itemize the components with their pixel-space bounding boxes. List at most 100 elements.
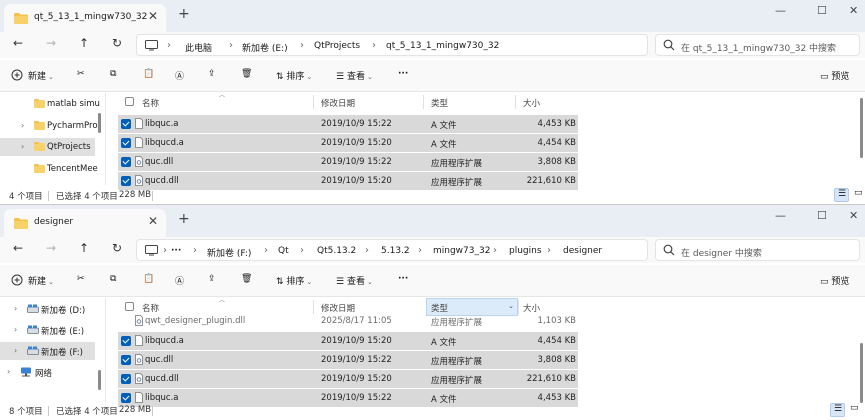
maximize-icon[interactable]: ☐ bbox=[817, 209, 827, 222]
rename-icon[interactable]: Ⓐ bbox=[175, 69, 184, 82]
refresh-icon[interactable]: ↻ bbox=[112, 36, 122, 50]
address-bar[interactable]: › 此电脑 › 新加卷 (E:) › QtProjects › qt_5_13_… bbox=[136, 34, 648, 56]
sort-button[interactable]: ⇅ 排序 ⌄ bbox=[276, 274, 312, 287]
details-view-button[interactable]: ☰ bbox=[830, 403, 845, 417]
column-divider[interactable] bbox=[423, 95, 424, 109]
new-button[interactable]: 新建 ⌄ bbox=[28, 274, 54, 287]
new-tab-icon[interactable]: + bbox=[178, 211, 190, 227]
delete-icon[interactable]: 🗑 bbox=[241, 69, 252, 79]
chevron-right-icon[interactable]: › bbox=[21, 142, 24, 151]
tab-qt-project[interactable]: qt_5_13_1_mingw730_32 ✕ bbox=[4, 4, 166, 32]
row-checkbox[interactable] bbox=[121, 119, 131, 129]
column-header-type[interactable]: 类型 bbox=[431, 302, 448, 314]
nav-item-network[interactable]: › 网络 bbox=[0, 363, 95, 381]
tiles-view-button[interactable]: ▭ bbox=[847, 403, 862, 417]
column-divider[interactable] bbox=[518, 300, 519, 314]
file-row[interactable]: qucd.dll 2019/10/9 15:20 应用程序扩展 221,610 … bbox=[118, 370, 578, 388]
chevron-right-icon[interactable]: › bbox=[7, 367, 10, 376]
nav-item-matlab[interactable]: matlab simu bbox=[0, 95, 100, 113]
file-row[interactable]: libqucd.a 2019/10/9 15:20 A 文件 4,454 KB bbox=[118, 134, 578, 152]
search-box[interactable]: 在 designer 中搜索 bbox=[655, 239, 860, 261]
maximize-icon[interactable]: ☐ bbox=[817, 4, 827, 17]
breadcrumb-this-pc[interactable]: 此电脑 bbox=[185, 41, 212, 54]
cut-icon[interactable]: ✂ bbox=[77, 274, 85, 284]
close-window-icon[interactable]: ✕ bbox=[849, 209, 858, 222]
search-box[interactable]: 在 qt_5_13_1_mingw730_32 中搜索 bbox=[655, 34, 860, 56]
tab-designer[interactable]: designer ✕ bbox=[4, 209, 166, 237]
chevron-right-icon[interactable]: › bbox=[14, 304, 17, 313]
nav-item-tencentmeeting[interactable]: TencentMee bbox=[0, 160, 98, 178]
copy-icon[interactable]: ⧉ bbox=[110, 274, 116, 284]
share-icon[interactable]: ⇪ bbox=[208, 69, 216, 79]
address-bar[interactable]: › ··· › 新加卷 (F:) › Qt › Qt5.13.2 › 5.13.… bbox=[136, 239, 648, 261]
column-header-size[interactable]: 大小 bbox=[523, 97, 540, 109]
forward-icon[interactable]: → bbox=[46, 241, 56, 255]
nav-scrollbar[interactable] bbox=[98, 370, 101, 390]
column-divider[interactable] bbox=[313, 300, 314, 314]
chevron-right-icon[interactable]: › bbox=[14, 346, 17, 355]
preview-button[interactable]: ▭ 预览 bbox=[820, 69, 849, 82]
column-header-name[interactable]: 名称 bbox=[142, 302, 159, 314]
select-all-checkbox[interactable] bbox=[125, 97, 134, 106]
row-checkbox[interactable] bbox=[121, 176, 131, 186]
paste-icon[interactable]: 📋 bbox=[143, 69, 154, 79]
up-icon[interactable]: ↑ bbox=[79, 36, 89, 50]
share-icon[interactable]: ⇪ bbox=[208, 274, 216, 284]
new-button[interactable]: 新建 ⌄ bbox=[28, 69, 54, 82]
breadcrumb-current-folder[interactable]: designer bbox=[563, 246, 602, 256]
nav-item-qtprojects[interactable]: › QtProjects bbox=[0, 138, 95, 156]
column-divider[interactable] bbox=[515, 95, 516, 109]
breadcrumb-qtprojects[interactable]: QtProjects bbox=[314, 41, 360, 51]
more-options-button[interactable]: ··· bbox=[398, 69, 408, 79]
file-list-scrollbar[interactable] bbox=[860, 343, 863, 403]
file-row[interactable]: libqucd.a 2019/10/9 15:20 A 文件 4,454 KB bbox=[118, 332, 578, 350]
breadcrumb-overflow[interactable]: ··· bbox=[171, 246, 181, 256]
file-row[interactable]: qwt_designer_plugin.dll 2025/8/17 11:05 … bbox=[118, 314, 578, 328]
select-all-checkbox[interactable] bbox=[125, 302, 134, 311]
details-view-button[interactable]: ☰ bbox=[834, 188, 849, 202]
breadcrumb-current-folder[interactable]: qt_5_13_1_mingw730_32 bbox=[386, 41, 499, 51]
row-checkbox[interactable] bbox=[121, 374, 131, 384]
nav-item-drive-d[interactable]: › 新加卷 (D:) bbox=[0, 300, 95, 318]
nav-scrollbar[interactable] bbox=[98, 113, 101, 133]
nav-item-drive-e[interactable]: › 新加卷 (E:) bbox=[0, 321, 95, 339]
breadcrumb-plugins[interactable]: plugins bbox=[509, 246, 542, 256]
column-header-date[interactable]: 修改日期 bbox=[321, 97, 355, 109]
column-header-size[interactable]: 大小 bbox=[523, 302, 540, 314]
row-checkbox[interactable] bbox=[121, 138, 131, 148]
chevron-right-icon[interactable]: › bbox=[14, 325, 17, 334]
new-tab-icon[interactable]: + bbox=[178, 6, 190, 22]
row-checkbox[interactable] bbox=[121, 336, 131, 346]
refresh-icon[interactable]: ↻ bbox=[112, 241, 122, 255]
file-row[interactable]: quc.dll 2019/10/9 15:22 应用程序扩展 3,808 KB bbox=[118, 153, 578, 171]
row-checkbox[interactable] bbox=[121, 157, 131, 167]
breadcrumb-mingw73[interactable]: mingw73_32 bbox=[433, 246, 490, 256]
file-row[interactable]: quc.dll 2019/10/9 15:22 应用程序扩展 3,808 KB bbox=[118, 351, 578, 369]
breadcrumb-qt[interactable]: Qt bbox=[278, 246, 289, 256]
column-divider[interactable] bbox=[313, 95, 314, 109]
row-checkbox[interactable] bbox=[121, 393, 131, 403]
more-options-button[interactable]: ··· bbox=[398, 274, 408, 284]
sort-button[interactable]: ⇅ 排序 ⌄ bbox=[276, 69, 312, 82]
nav-item-drive-f[interactable]: › 新加卷 (F:) bbox=[0, 342, 95, 360]
breadcrumb-qt5132[interactable]: Qt5.13.2 bbox=[317, 246, 356, 256]
minimize-icon[interactable]: — bbox=[775, 209, 786, 222]
copy-icon[interactable]: ⧉ bbox=[110, 69, 116, 79]
up-icon[interactable]: ↑ bbox=[79, 241, 89, 255]
delete-icon[interactable]: 🗑 bbox=[241, 274, 252, 284]
forward-icon[interactable]: → bbox=[46, 36, 56, 50]
back-icon[interactable]: ← bbox=[13, 241, 23, 255]
chevron-right-icon[interactable]: › bbox=[21, 121, 24, 130]
row-checkbox[interactable] bbox=[121, 355, 131, 365]
view-button[interactable]: ☰ 查看 ⌄ bbox=[336, 274, 373, 287]
view-button[interactable]: ☰ 查看 ⌄ bbox=[336, 69, 373, 82]
file-row[interactable]: libquc.a 2019/10/9 15:22 A 文件 4,453 KB bbox=[118, 115, 578, 133]
column-header-type[interactable]: 类型 bbox=[431, 97, 448, 109]
breadcrumb-drive-f[interactable]: 新加卷 (F:) bbox=[207, 246, 251, 259]
paste-icon[interactable]: 📋 bbox=[143, 274, 154, 284]
chevron-down-icon[interactable]: ⌄ bbox=[508, 302, 514, 310]
breadcrumb-drive-e[interactable]: 新加卷 (E:) bbox=[242, 41, 288, 54]
file-list-scrollbar[interactable] bbox=[860, 98, 863, 158]
rename-icon[interactable]: Ⓐ bbox=[175, 274, 184, 287]
tiles-view-button[interactable]: ▭ bbox=[851, 188, 865, 202]
